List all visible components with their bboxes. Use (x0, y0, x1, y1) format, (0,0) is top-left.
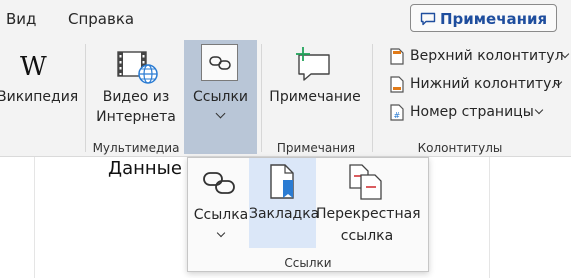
separator (85, 44, 86, 152)
footer-icon (390, 76, 404, 93)
chevron-down-icon (534, 105, 544, 115)
wikipedia-label: Википедия (0, 89, 79, 105)
cross-reference-icon (349, 164, 382, 200)
page-number-label: Номер страницы (410, 104, 534, 120)
online-video-button[interactable]: Видео из Интернета (92, 44, 180, 134)
links-button[interactable]: Ссылки (184, 40, 257, 154)
comment-icon (420, 12, 436, 26)
link-label: Ссылка (193, 207, 249, 223)
group-label-comments: Примечания (276, 141, 356, 155)
link-icon (209, 56, 231, 70)
footer-button[interactable]: Нижний колонтитул (388, 74, 568, 96)
wikipedia-icon: W (20, 52, 47, 82)
new-comment-label: Примечание (269, 89, 361, 105)
document-text[interactable]: Данные (108, 158, 182, 179)
insert-link-button[interactable]: Ссылка (190, 160, 248, 250)
menu-bar: Вид Справка Примечания (0, 0, 571, 38)
page-number-button[interactable]: # Номер страницы (388, 102, 558, 124)
separator (261, 44, 262, 152)
header-icon (390, 48, 404, 65)
page-number-icon: # (390, 104, 404, 121)
header-label: Верхний колонтитул (410, 48, 564, 64)
online-video-label-line2: Интернета (96, 109, 176, 125)
links-label: Ссылки (192, 89, 249, 105)
group-label-links: Ссылки (284, 256, 332, 270)
bookmark-button[interactable]: Закладка (249, 160, 320, 248)
group-label-header-footer: Колонтитулы (417, 141, 503, 155)
menu-tab-help[interactable]: Справка (68, 10, 134, 28)
chevron-down-icon (215, 108, 226, 119)
chevron-down-icon (216, 228, 226, 238)
link-icon (203, 172, 235, 194)
cross-reference-button[interactable]: Перекрестная ссылка (316, 160, 421, 250)
cross-reference-label-line1: Перекрестная (316, 206, 421, 222)
new-comment-button[interactable]: Примечание (265, 44, 365, 134)
wikipedia-button[interactable]: W Википедия (0, 44, 78, 134)
bookmark-label: Закладка (249, 206, 320, 222)
link-icon-frame (201, 44, 238, 81)
online-video-icon (117, 51, 158, 84)
header-button[interactable]: Верхний колонтитул (388, 46, 570, 68)
page-edge (34, 157, 35, 278)
menu-tab-view[interactable]: Вид (6, 10, 36, 28)
svg-text:#: # (394, 111, 401, 120)
comments-button-label: Примечания (440, 10, 548, 28)
bookmark-icon (270, 164, 294, 199)
separator (372, 44, 373, 152)
group-label-multimedia: Мультимедиа (92, 141, 180, 155)
footer-label: Нижний колонтитул (410, 76, 561, 92)
comments-button[interactable]: Примечания (410, 4, 557, 32)
page-edge (489, 157, 490, 278)
cross-reference-label-line2: ссылка (340, 228, 394, 244)
new-comment-icon (296, 47, 330, 81)
online-video-label-line1: Видео из (102, 89, 170, 105)
